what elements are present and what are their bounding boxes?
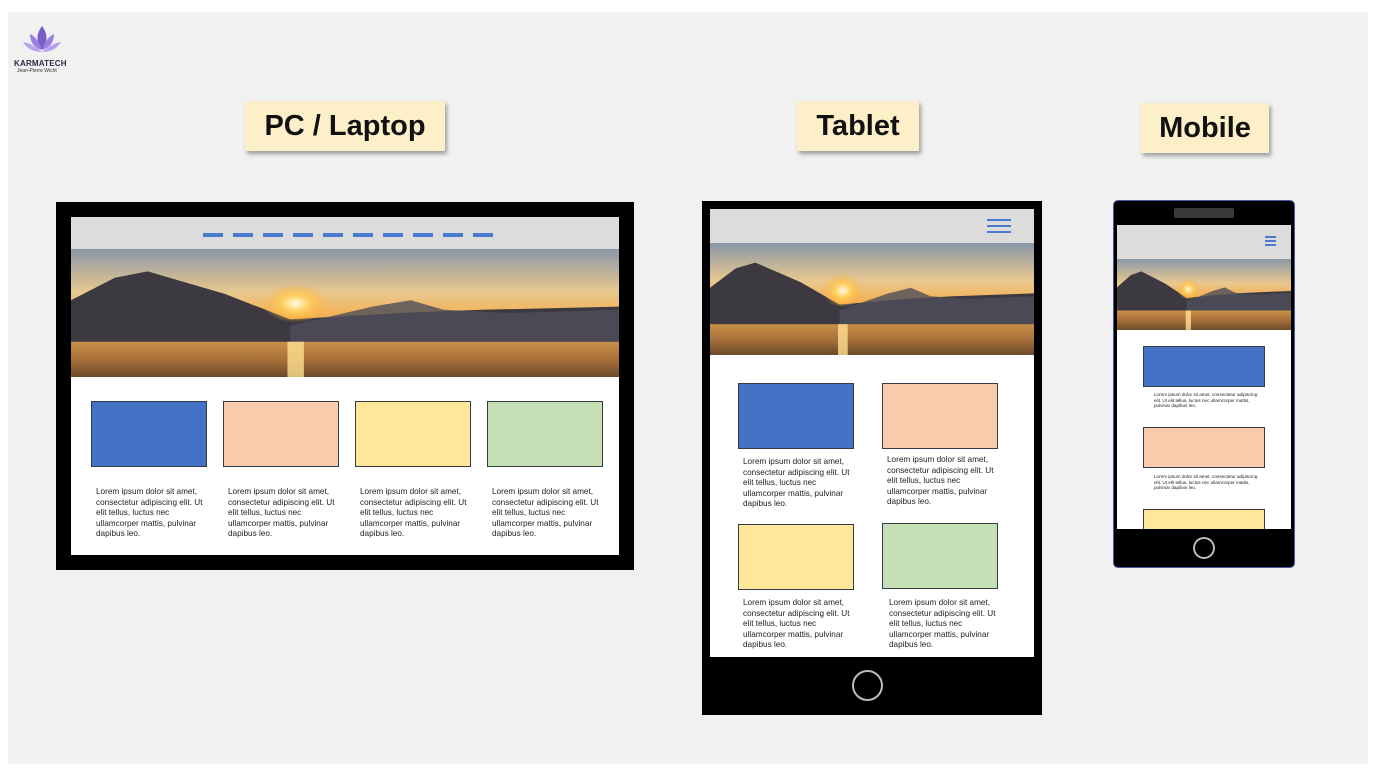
mobile-speaker bbox=[1174, 208, 1234, 218]
sunset-mountain-image bbox=[710, 243, 1034, 355]
laptop-navbar bbox=[71, 217, 619, 249]
nav-link-placeholder[interactable] bbox=[233, 233, 253, 237]
content-box-peach bbox=[1143, 427, 1265, 468]
lorem-text: Lorem ipsum dolor sit amet, consectetur … bbox=[1154, 474, 1258, 491]
logo-subtitle: Jean-Pierre Wicht bbox=[17, 68, 57, 74]
nav-link-placeholder[interactable] bbox=[323, 233, 343, 237]
content-box-peach bbox=[223, 401, 339, 467]
content-box-peach bbox=[882, 383, 998, 449]
logo-name: KARMATECH bbox=[14, 59, 67, 68]
label-mobile: Mobile bbox=[1141, 103, 1269, 153]
karmatech-logo: KARMATECH Jean-Pierre Wicht bbox=[14, 22, 78, 78]
mobile-screen: Lorem ipsum dolor sit amet, consectetur … bbox=[1117, 225, 1291, 529]
nav-link-placeholder[interactable] bbox=[293, 233, 313, 237]
nav-link-placeholder[interactable] bbox=[353, 233, 373, 237]
hero-image-sunset bbox=[1117, 259, 1291, 330]
content-box-blue bbox=[1143, 346, 1265, 387]
lorem-text: Lorem ipsum dolor sit amet, consectetur … bbox=[887, 455, 994, 507]
content-box-yellow bbox=[355, 401, 471, 467]
lorem-text: Lorem ipsum dolor sit amet, consectetur … bbox=[743, 457, 850, 509]
label-tablet: Tablet bbox=[797, 101, 919, 151]
hero-image-sunset bbox=[71, 249, 619, 377]
tablet-frame: Lorem ipsum dolor sit amet, consectetur … bbox=[702, 201, 1042, 715]
nav-link-placeholder[interactable] bbox=[383, 233, 403, 237]
lorem-text: Lorem ipsum dolor sit amet, consectetur … bbox=[96, 487, 203, 539]
sunset-mountain-image bbox=[71, 249, 619, 377]
hamburger-menu-icon[interactable] bbox=[1265, 236, 1276, 247]
lotus-icon bbox=[23, 26, 61, 52]
hero-image-sunset bbox=[710, 243, 1034, 355]
content-box-green bbox=[882, 523, 998, 589]
hamburger-menu-icon[interactable] bbox=[987, 218, 1011, 234]
lorem-text: Lorem ipsum dolor sit amet, consectetur … bbox=[889, 598, 996, 650]
lorem-text: Lorem ipsum dolor sit amet, consectetur … bbox=[743, 598, 850, 650]
sunset-mountain-image bbox=[1117, 259, 1291, 330]
nav-link-placeholder[interactable] bbox=[413, 233, 433, 237]
tablet-navbar bbox=[710, 209, 1034, 243]
lorem-text: Lorem ipsum dolor sit amet, consectetur … bbox=[1154, 392, 1258, 409]
nav-link-placeholder[interactable] bbox=[203, 233, 223, 237]
content-box-yellow bbox=[738, 524, 854, 590]
label-pc-laptop: PC / Laptop bbox=[245, 101, 445, 151]
nav-link-placeholder[interactable] bbox=[443, 233, 463, 237]
nav-link-placeholder[interactable] bbox=[473, 233, 493, 237]
content-box-yellow bbox=[1143, 509, 1265, 529]
tablet-home-button[interactable] bbox=[852, 670, 883, 701]
laptop-frame: Lorem ipsum dolor sit amet, consectetur … bbox=[56, 202, 634, 570]
lorem-text: Lorem ipsum dolor sit amet, consectetur … bbox=[492, 487, 599, 539]
lorem-text: Lorem ipsum dolor sit amet, consectetur … bbox=[360, 487, 467, 539]
mobile-frame: Lorem ipsum dolor sit amet, consectetur … bbox=[1114, 201, 1294, 567]
mobile-home-button[interactable] bbox=[1193, 537, 1215, 559]
nav-link-placeholder[interactable] bbox=[263, 233, 283, 237]
tablet-screen: Lorem ipsum dolor sit amet, consectetur … bbox=[710, 209, 1034, 657]
laptop-screen: Lorem ipsum dolor sit amet, consectetur … bbox=[71, 217, 619, 555]
mobile-navbar bbox=[1117, 225, 1291, 259]
content-box-green bbox=[487, 401, 603, 467]
content-box-blue bbox=[738, 383, 854, 449]
content-box-blue bbox=[91, 401, 207, 467]
lorem-text: Lorem ipsum dolor sit amet, consectetur … bbox=[228, 487, 335, 539]
